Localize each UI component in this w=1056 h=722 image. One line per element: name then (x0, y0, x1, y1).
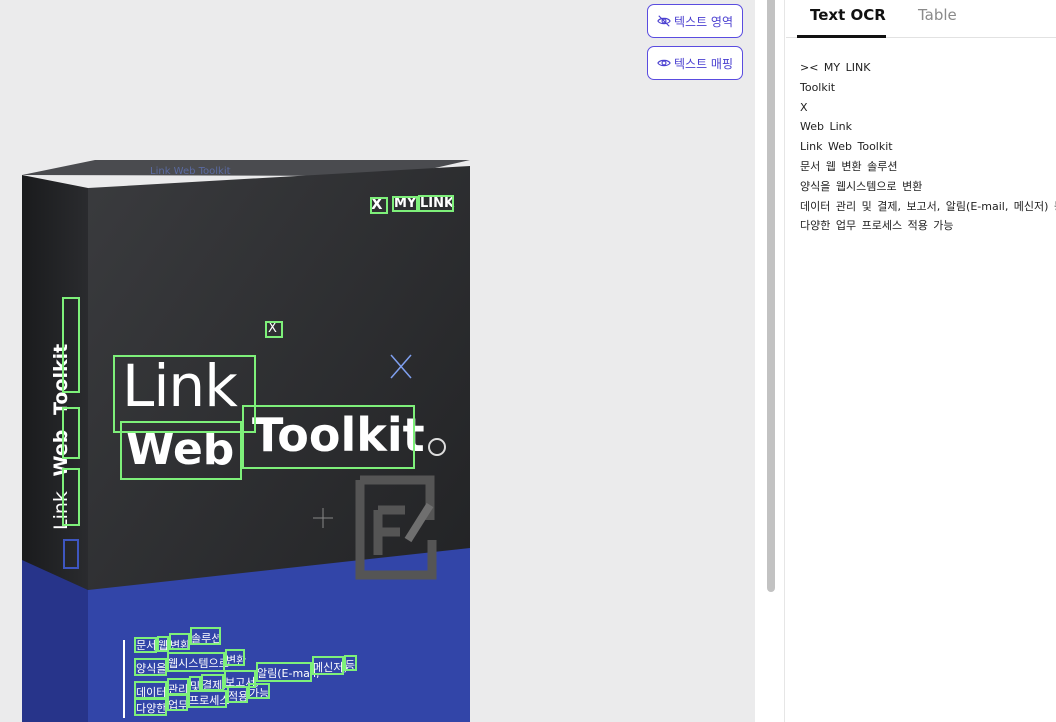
ocr-line: Toolkit (800, 80, 836, 94)
ocr-line: 문서 웹 변환 솔루션 (800, 159, 898, 173)
document-viewer: Link Web Toolkit X MY LINK X Link Web To… (0, 0, 755, 722)
ocr-box-link-brand[interactable] (418, 195, 454, 212)
ocr-line: Web Link (800, 120, 853, 134)
ocr-box-line4-c[interactable] (188, 690, 227, 708)
ocr-line: Link Web Toolkit (800, 140, 893, 154)
ocr-result-list: >< MY LINK Toolkit X Web Link Link Web T… (800, 58, 1056, 236)
text-mapping-button[interactable]: 텍스트 매핑 (647, 46, 743, 80)
ocr-box-line2-c[interactable] (225, 649, 245, 666)
ocr-box-line3-f[interactable] (256, 662, 312, 682)
svg-text:Link Web Toolkit: Link Web Toolkit (150, 166, 231, 177)
ocr-line: 양식을 웹시스템으로 변환 (800, 179, 923, 193)
ocr-box-mark[interactable] (370, 197, 388, 214)
ocr-box-line4-b[interactable] (167, 694, 188, 711)
results-tabs: Text OCR Table (786, 0, 1056, 38)
ocr-box-side-link[interactable] (62, 468, 80, 526)
ocr-box-line4-d[interactable] (227, 686, 248, 703)
ocr-box-side-toolkit[interactable] (62, 297, 80, 393)
ocr-box-title-web[interactable] (120, 421, 242, 480)
ocr-box-line4-a[interactable] (134, 698, 167, 716)
ocr-box-title-toolkit[interactable] (242, 405, 415, 469)
ocr-box-line3-g[interactable] (312, 656, 344, 675)
text-area-button-label: 텍스트 영역 (673, 14, 733, 29)
results-panel: Text OCR Table >< MY LINK Toolkit X Web … (786, 0, 1056, 722)
ocr-box-x[interactable] (265, 321, 283, 338)
ocr-box-line3-b[interactable] (167, 678, 189, 695)
ocr-box-line3-a[interactable] (134, 681, 167, 699)
ocr-box-side-web[interactable] (62, 407, 80, 459)
ocr-line: 데이터 관리 및 결제, 보고서, 알림(E-mail, 메신저) 등 (800, 199, 1056, 213)
text-mapping-button-label: 텍스트 매핑 (673, 56, 733, 71)
active-tab-indicator (797, 35, 886, 38)
eye-icon (657, 59, 671, 67)
ocr-box-line3-d[interactable] (201, 674, 224, 691)
ocr-box-line3-h[interactable] (344, 655, 357, 671)
ocr-box-line1-c[interactable] (169, 633, 190, 650)
tab-text-ocr[interactable]: Text OCR (810, 6, 886, 24)
ocr-box-my[interactable] (392, 196, 418, 212)
ocr-line: X (800, 100, 808, 114)
viewer-scrollbar-thumb[interactable] (767, 0, 775, 592)
ocr-line: >< MY LINK (800, 61, 871, 74)
ocr-box-line1-d[interactable] (190, 627, 221, 645)
viewer-scrollbar[interactable] (755, 0, 785, 722)
ocr-box-line1-a[interactable] (134, 637, 157, 653)
ocr-box-line2-a[interactable] (134, 658, 167, 676)
ocr-line: 다양한 업무 프로세스 적용 가능 (800, 219, 954, 233)
eye-off-icon (657, 15, 671, 27)
ocr-box-line1-b[interactable] (157, 636, 169, 652)
tab-table[interactable]: Table (918, 6, 957, 24)
ocr-box-line4-e[interactable] (248, 683, 270, 699)
ocr-box-line2-b[interactable] (167, 652, 225, 672)
text-area-button[interactable]: 텍스트 영역 (647, 4, 743, 38)
